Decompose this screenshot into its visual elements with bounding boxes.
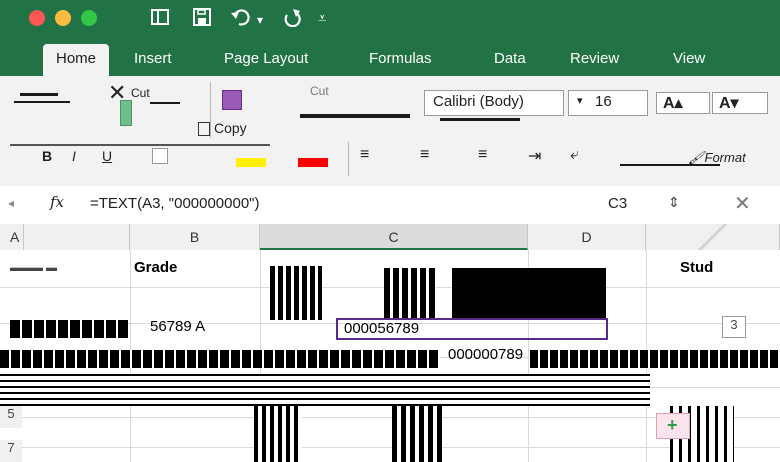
name-box-chevron-icon[interactable]: ◂ <box>8 196 14 210</box>
font-name-value: Calibri (Body) <box>433 93 524 110</box>
glitch-artifact <box>530 350 780 368</box>
selected-cell-c3[interactable]: 000056789 <box>336 318 608 340</box>
glitch-artifact <box>300 114 410 118</box>
font-shrink-icon: A▾ <box>719 95 739 112</box>
tab-data[interactable]: Data <box>494 49 526 69</box>
glitch-artifact <box>384 268 436 318</box>
paste-icon <box>14 101 70 103</box>
underline-button[interactable]: U <box>102 148 112 164</box>
cell-b3-value: 56789 <box>150 318 192 335</box>
column-header-b[interactable]: B <box>130 224 260 250</box>
row-header[interactable]: 3 <box>722 316 746 338</box>
redo-icon[interactable] <box>282 7 302 27</box>
cut-button[interactable]: Cut <box>131 86 150 100</box>
spreadsheet-grid[interactable]: 5 7 ▬▬▬ ▬ Grade Stud 56789 A 000056789 3… <box>0 250 780 462</box>
font-color-button[interactable] <box>298 158 328 167</box>
fx-label[interactable]: fx <box>50 193 64 211</box>
glitch-text: ▬▬▬ ▬ <box>10 262 58 274</box>
paste-button[interactable] <box>20 93 58 96</box>
glitch-artifact <box>392 406 442 462</box>
copy-label: Copy <box>214 120 247 136</box>
tab-review[interactable]: Review <box>570 49 619 69</box>
cell-b3[interactable]: 56789 A <box>150 318 205 335</box>
align-right-icon[interactable]: ≡ <box>478 146 487 164</box>
font-size-select[interactable]: 16 ▾ <box>568 90 648 116</box>
column-headers: A B C D <box>0 224 780 251</box>
clipboard-icon <box>120 100 132 126</box>
format-painter-label[interactable]: 🖌Format <box>688 150 746 166</box>
formula-bar: ◂ fx =TEXT(A3, "000000000") C3 ⇕ ✕ <box>0 186 780 225</box>
plus-icon: + <box>667 415 678 435</box>
customize-toolbar-icon[interactable]: ⩡ <box>318 8 326 30</box>
font-name-select[interactable]: Calibri (Body) <box>424 90 564 116</box>
close-window-button[interactable] <box>29 10 45 26</box>
font-size-value: 16 <box>595 93 612 110</box>
cell-c4[interactable]: 000000789 <box>448 346 523 363</box>
minimize-window-button[interactable] <box>55 10 71 26</box>
row-header[interactable]: 7 <box>0 440 22 462</box>
glitch-artifact <box>254 406 302 462</box>
column-header-d[interactable]: D <box>528 224 646 250</box>
tab-insert[interactable]: Insert <box>134 49 172 69</box>
scroll-arrows-icon[interactable]: ⇕ <box>668 194 680 211</box>
bold-button[interactable]: B <box>42 148 52 164</box>
copy-icon <box>198 122 210 137</box>
column-header-e[interactable] <box>646 224 780 250</box>
align-center-icon[interactable]: ≡ <box>420 146 429 164</box>
column-header-a[interactable]: A <box>0 224 130 250</box>
ribbon: ✕ Cut Copy Cut Calibri (Body) 16 ▾ A▴ A▾… <box>0 76 780 187</box>
borders-button[interactable] <box>152 148 168 164</box>
tab-formulas[interactable]: Formulas <box>369 49 432 69</box>
indent-icon[interactable]: ⇥ <box>528 146 541 166</box>
cancel-edit-icon[interactable]: ✕ <box>734 191 751 216</box>
sidebar-toggle-icon[interactable] <box>150 7 170 27</box>
chevron-down-icon[interactable]: ▾ <box>257 9 263 31</box>
glitch-artifact <box>10 144 270 146</box>
glitch-artifact <box>10 320 128 338</box>
glitch-artifact <box>0 350 440 368</box>
fill-color-button[interactable] <box>236 158 266 167</box>
zoom-window-button[interactable] <box>81 10 97 26</box>
formula-input[interactable]: =TEXT(A3, "000000000") <box>90 195 260 212</box>
ribbon-tabs: Home Insert Page Layout Formulas Data Re… <box>0 40 780 76</box>
glitch-artifact <box>452 268 606 318</box>
glitch-artifact <box>0 374 650 406</box>
glitch-artifact <box>270 266 322 320</box>
increase-font-size-button[interactable]: A▴ <box>656 92 710 114</box>
styles-icon <box>222 90 242 110</box>
italic-button[interactable]: I <box>72 148 76 164</box>
divider <box>210 82 211 138</box>
divider <box>348 142 349 176</box>
column-header-c[interactable]: C <box>260 224 528 250</box>
undo-icon[interactable] <box>230 7 252 27</box>
row-header[interactable]: 5 <box>0 406 22 428</box>
paste-options-button[interactable]: + <box>656 413 690 439</box>
format-painter-button[interactable] <box>150 102 180 104</box>
tab-page-layout[interactable]: Page Layout <box>224 49 308 69</box>
copy-button[interactable]: Copy <box>198 120 247 137</box>
cell-b1[interactable]: Grade <box>134 259 177 276</box>
font-grow-icon: A▴ <box>663 95 683 112</box>
tab-view[interactable]: View <box>673 49 705 69</box>
glitch-artifact <box>440 118 520 121</box>
cell-b3-suffix: A <box>195 318 206 335</box>
cell-e1[interactable]: Stud <box>680 259 713 276</box>
format-label: Format <box>704 150 746 165</box>
cell-c3-value: 000056789 <box>344 320 420 337</box>
cell-reference[interactable]: C3 <box>608 195 627 212</box>
title-bar: ▾ ⩡ <box>0 0 780 40</box>
chevron-down-icon: ▾ <box>577 95 583 107</box>
decrease-font-size-button[interactable]: A▾ <box>712 92 768 114</box>
align-left-icon[interactable]: ≡ <box>360 146 369 164</box>
save-icon[interactable] <box>192 7 212 27</box>
cut-ghost-label: Cut <box>310 84 329 98</box>
wrap-text-icon[interactable]: ⤶ <box>570 146 579 164</box>
tab-home[interactable]: Home <box>43 44 110 76</box>
